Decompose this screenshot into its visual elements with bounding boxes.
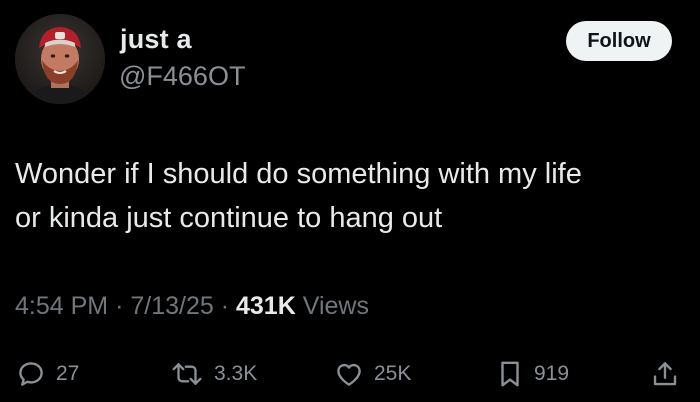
tweet-text-line: Wonder if I should do something with my … bbox=[15, 158, 582, 190]
tweet-text: Wonder if I should do something with my … bbox=[15, 152, 685, 240]
bookmark-count: 919 bbox=[534, 362, 570, 385]
share-icon bbox=[650, 359, 680, 389]
like-count: 25K bbox=[374, 362, 412, 385]
tweet-meta: 4:54 PM · 7/13/25 · 431K Views bbox=[15, 292, 369, 321]
meta-separator: · bbox=[115, 292, 124, 320]
meta-separator: · bbox=[220, 292, 230, 320]
views-label: Views bbox=[302, 292, 369, 320]
heart-icon bbox=[334, 359, 364, 389]
like-button[interactable]: 25K bbox=[334, 352, 411, 396]
repost-icon bbox=[170, 359, 204, 389]
share-button[interactable] bbox=[650, 352, 680, 396]
tweet: just a @F466OT Follow Wonder if I should… bbox=[0, 0, 700, 402]
reply-button[interactable]: 27 bbox=[16, 352, 79, 396]
reply-icon bbox=[16, 359, 46, 389]
user-handle[interactable]: @F466OT bbox=[119, 61, 245, 92]
views-count: 431K bbox=[236, 292, 296, 320]
tweet-time[interactable]: 4:54 PM bbox=[15, 292, 108, 320]
bookmark-button[interactable]: 919 bbox=[496, 352, 569, 396]
bookmark-icon bbox=[496, 359, 524, 389]
action-bar: 27 3.3K 25K 919 bbox=[0, 352, 700, 396]
repost-count: 3.3K bbox=[214, 362, 258, 385]
reply-count: 27 bbox=[56, 362, 80, 385]
repost-button[interactable]: 3.3K bbox=[170, 352, 257, 396]
tweet-text-line: or kinda just continue to hang out bbox=[15, 202, 443, 234]
follow-button[interactable]: Follow bbox=[566, 21, 672, 61]
tweet-date[interactable]: 7/13/25 bbox=[130, 292, 213, 320]
avatar[interactable] bbox=[15, 14, 105, 104]
display-name[interactable]: just a bbox=[120, 24, 192, 55]
avatar-image bbox=[15, 14, 105, 104]
